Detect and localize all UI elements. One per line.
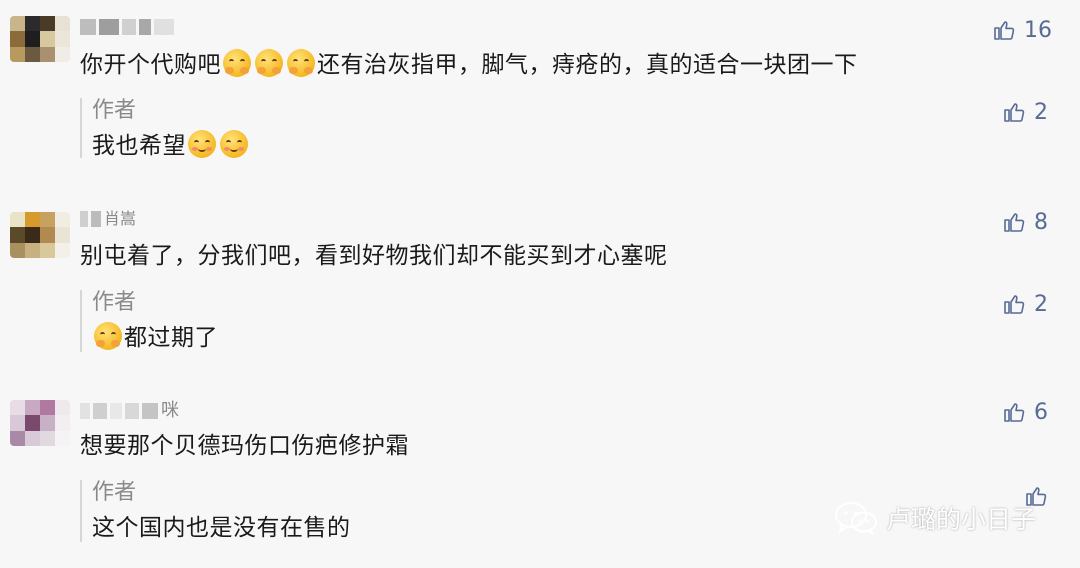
avatar[interactable] [10,400,70,446]
comment-item: 肖嵩 别屯着了，分我们吧，看到好物我们却不能买到才心塞呢 8 作者 都过期了 2 [0,190,1080,380]
comment-text: 别屯着了，分我们吧，看到好物我们却不能买到才心塞呢 [80,243,668,269]
watermark-text: 卢璐的小日子 [886,505,1037,534]
smiling-face-icon [188,130,216,158]
author-reply: 作者 都过期了 [80,290,218,352]
thumbs-up-icon [1004,295,1025,314]
reply-author-label: 作者 [92,480,137,505]
author-reply: 作者 我也希望 [80,98,248,159]
reply-text: 我也希望 [92,130,250,162]
smiling-face-icon [220,130,248,158]
like-count: 16 [1024,17,1052,43]
thumbs-up-icon [1004,213,1025,232]
like-count: 2 [1034,291,1048,317]
like-button[interactable]: 8 [1002,206,1048,238]
thumbs-up-icon [994,21,1015,40]
hugging-face-icon [223,49,251,77]
reply-text: 都过期了 [92,322,218,354]
like-count: 8 [1034,209,1048,235]
hugging-face-icon [287,49,315,77]
hugging-face-icon [94,322,122,350]
reply-author-label: 作者 [92,290,137,315]
author-reply: 作者 这个国内也是没有在售的 [80,480,350,542]
hugging-face-icon [255,49,283,77]
avatar[interactable] [10,212,70,258]
like-button[interactable]: 16 [992,14,1052,46]
like-count: 2 [1034,99,1048,125]
wechat-icon [835,502,877,535]
nickname-fragment: 肖嵩 [104,209,137,228]
nickname-pixelated[interactable]: 咪 [80,400,179,422]
comment-item: 咪 想要那个贝德玛伤口伤疤修护霜 6 作者 这个国内也是没有在售的 [0,380,1080,568]
avatar[interactable] [10,16,70,62]
thumbs-up-icon [1004,103,1025,122]
comment-text: 你开个代购吧 还有治灰指甲，脚气，痔疮的，真的适合一块团一下 [80,49,858,81]
watermark: 卢璐的小日子 [834,500,1036,536]
like-button[interactable]: 6 [1002,396,1048,428]
nickname-pixelated[interactable]: 肖嵩 [80,208,136,230]
reply-like-button[interactable]: 2 [1002,288,1048,320]
nickname-fragment: 咪 [161,400,179,421]
comment-item: 你开个代购吧 还有治灰指甲，脚气，痔疮的，真的适合一块团一下 16 作者 我也希望… [0,0,1080,190]
reply-like-button[interactable]: 2 [1002,96,1048,128]
reply-author-label: 作者 [92,98,137,123]
comment-text: 想要那个贝德玛伤口伤疤修护霜 [80,433,409,459]
nickname-pixelated[interactable] [80,16,174,38]
reply-text: 这个国内也是没有在售的 [92,515,351,541]
thumbs-up-icon [1004,403,1025,422]
like-count: 6 [1034,399,1048,425]
